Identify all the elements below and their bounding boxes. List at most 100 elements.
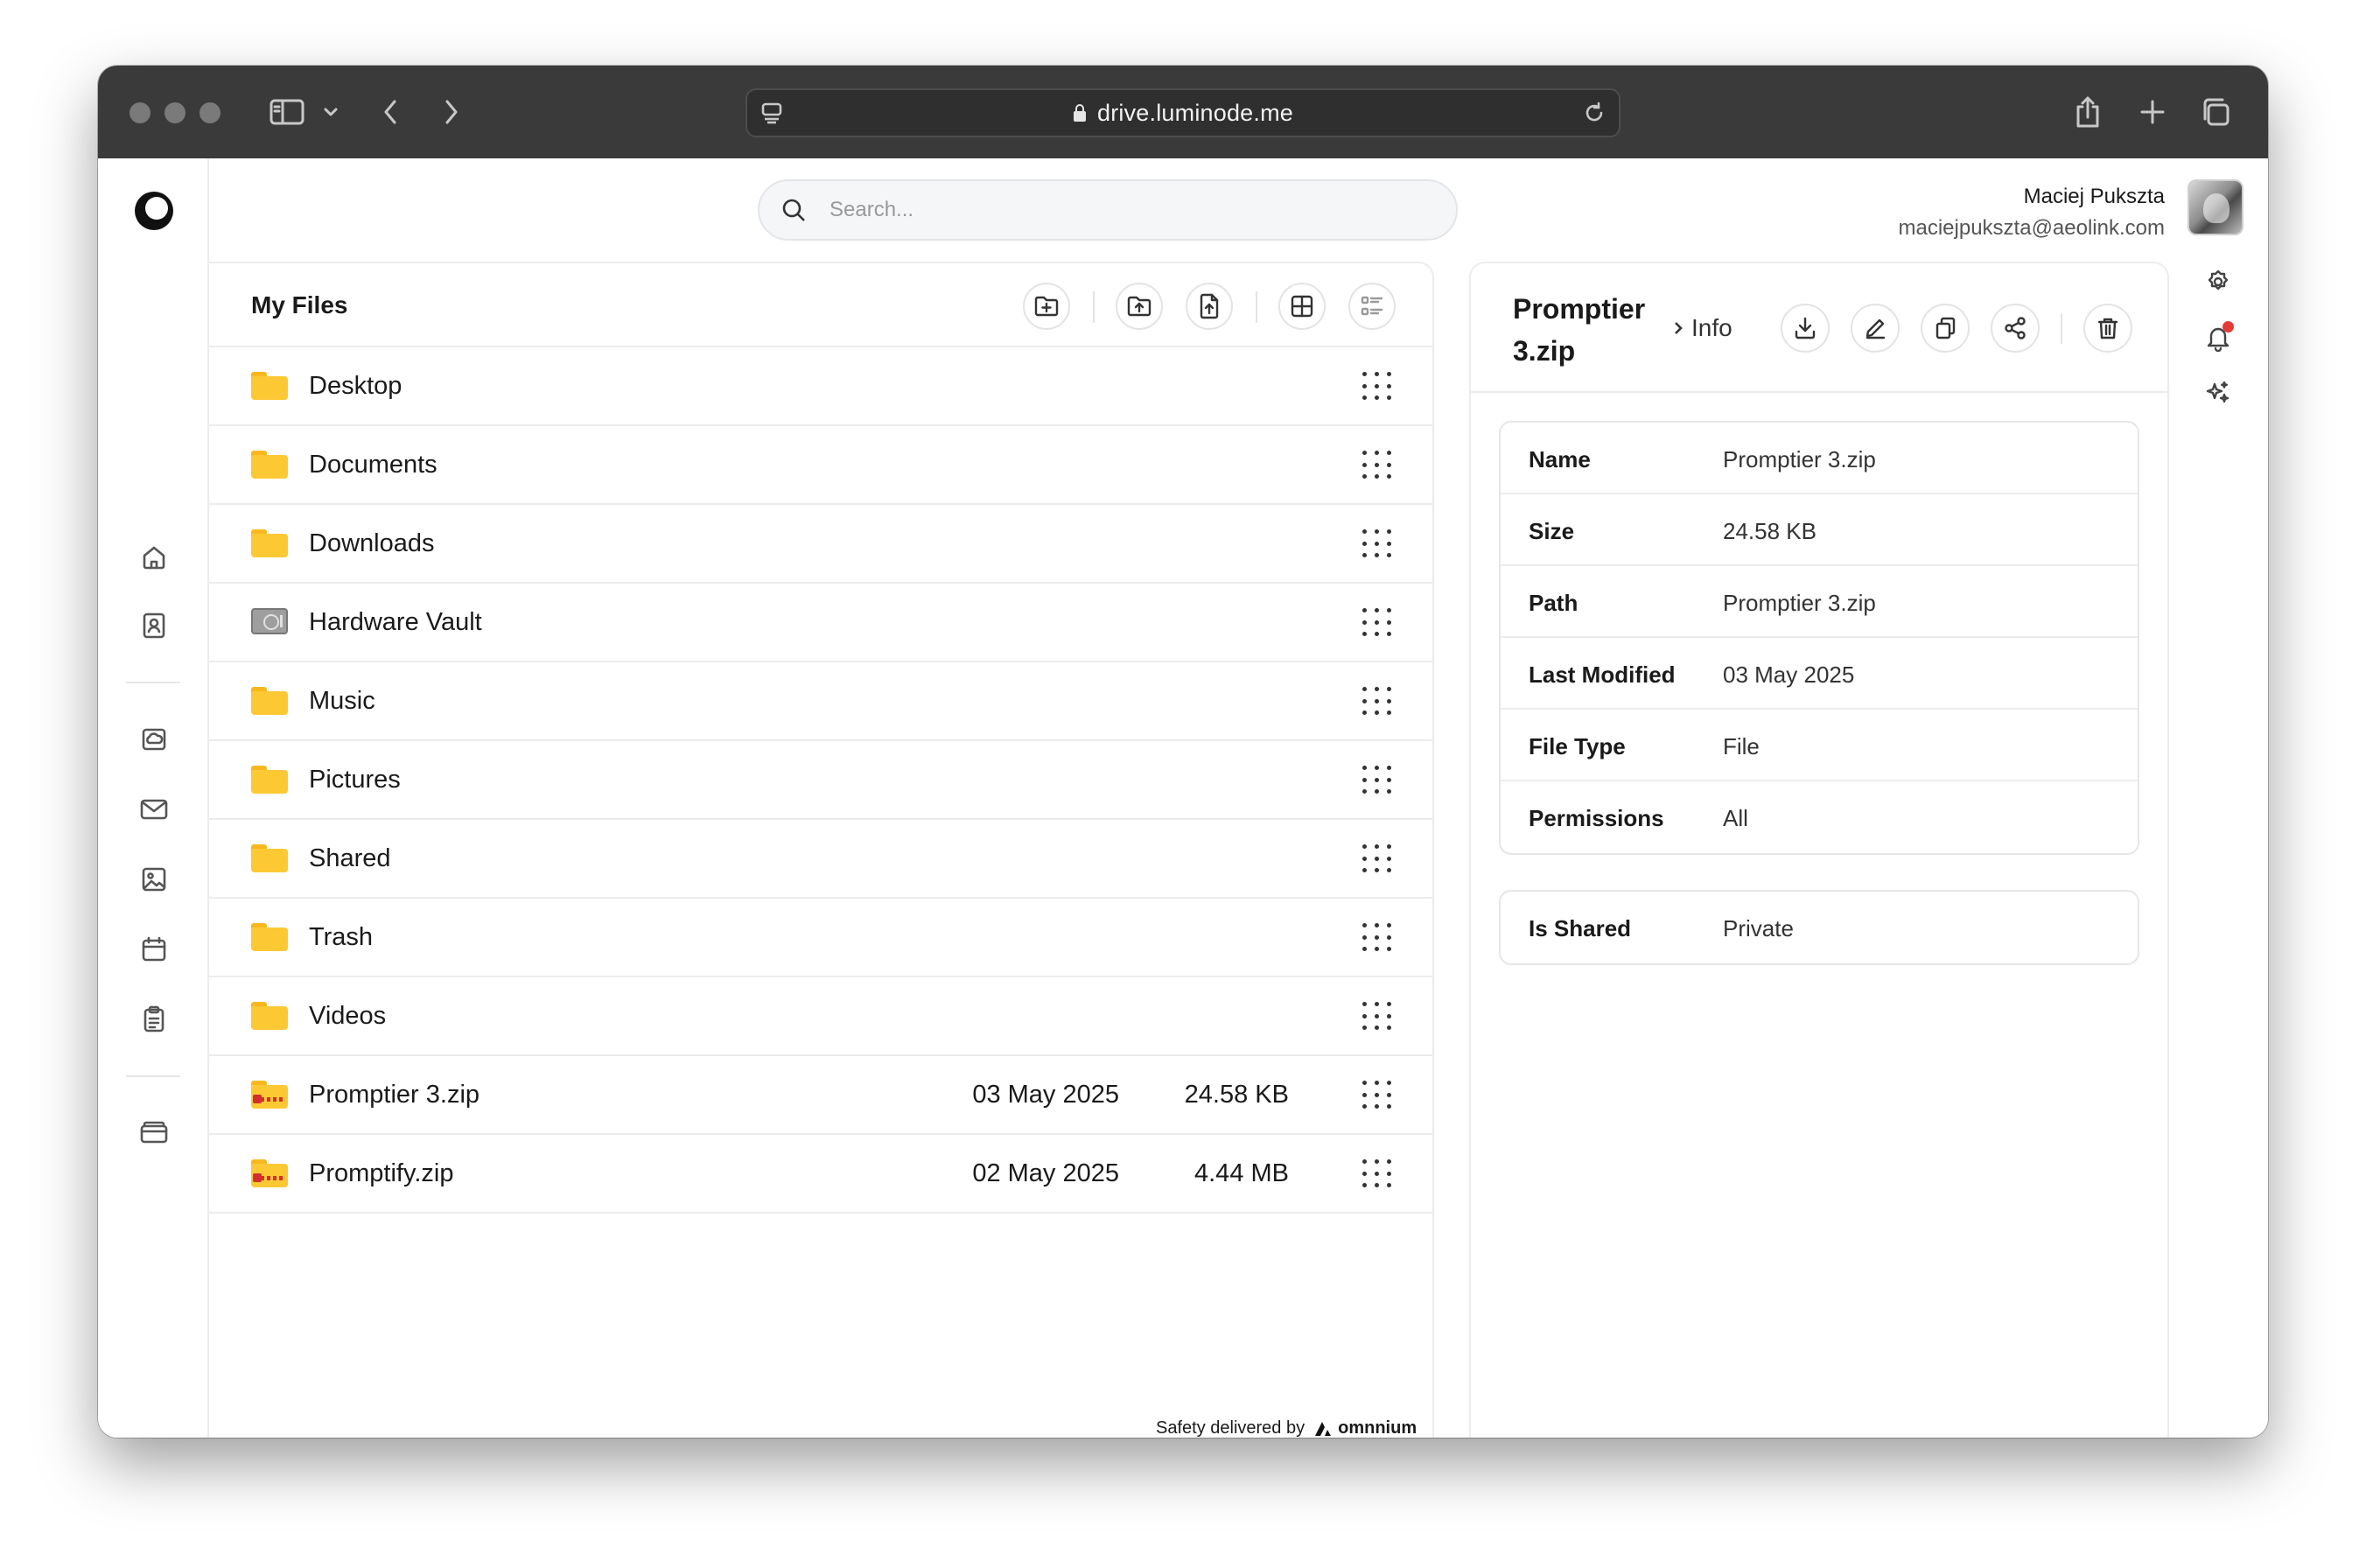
delete-button[interactable] (2083, 304, 2132, 353)
file-name: Videos (309, 1002, 387, 1030)
file-row[interactable]: Videos (209, 977, 1432, 1056)
reload-icon[interactable] (1582, 101, 1606, 130)
sidebar-toggle-icon[interactable] (268, 92, 306, 132)
page-title: My Files (251, 291, 348, 318)
back-icon[interactable] (380, 92, 401, 132)
file-row[interactable]: Trash (209, 899, 1432, 977)
share-page-icon[interactable] (2072, 92, 2104, 132)
edit-icon (1866, 318, 1886, 340)
upload-file-icon (1200, 293, 1219, 319)
file-name: Documents (309, 451, 438, 479)
grid-view-button[interactable] (1278, 283, 1326, 330)
property-key: Is Shared (1529, 915, 1632, 942)
row-menu-icon[interactable] (1362, 844, 1392, 874)
properties-card: Name Promptier 3.zip Size 24.58 KB Path Promp… (1499, 421, 2139, 855)
property-key: File Type (1529, 733, 1626, 760)
file-row[interactable]: Music (209, 662, 1432, 741)
file-row[interactable]: Downloads (209, 505, 1432, 584)
folder-icon (251, 923, 288, 951)
file-date: 02 May 2025 (972, 1159, 1119, 1187)
row-menu-icon[interactable] (1362, 1002, 1392, 1032)
calendar-icon[interactable] (136, 932, 172, 967)
file-info-panel: Promptier 3.zip Info Name Promptier 3.zi… (1469, 262, 2169, 1438)
breadcrumb: Info (1672, 314, 1732, 342)
chevron-down-icon[interactable] (322, 92, 340, 132)
row-menu-icon[interactable] (1362, 923, 1392, 953)
download-button[interactable] (1781, 304, 1830, 353)
row-menu-icon[interactable] (1362, 687, 1392, 717)
search-input[interactable] (830, 198, 1390, 222)
sparkles-icon[interactable] (2203, 379, 2233, 409)
search-bar[interactable] (758, 179, 1458, 241)
property-value: File (1723, 733, 1760, 760)
bell-icon[interactable] (2203, 321, 2234, 353)
zip-folder-icon (251, 1081, 288, 1109)
file-row[interactable]: Documents (209, 426, 1432, 505)
wallet-icon[interactable] (136, 1116, 172, 1151)
app-navigation-rail (98, 158, 209, 1438)
new-folder-button[interactable] (1023, 283, 1070, 330)
files-panel: My Files Desktop Documents Downloads Har… (209, 262, 1434, 1438)
close-window-button[interactable] (130, 102, 150, 123)
search-icon (782, 199, 805, 221)
brand-logo-icon (1315, 1421, 1332, 1436)
row-menu-icon[interactable] (1362, 372, 1392, 402)
toolbar-divider (1256, 291, 1257, 323)
upload-file-button[interactable] (1186, 283, 1233, 330)
copy-button[interactable] (1921, 304, 1970, 353)
file-name: Music (309, 687, 375, 715)
info-title: Promptier 3.zip (1513, 293, 1646, 367)
share-button[interactable] (1991, 304, 2040, 353)
download-icon (1795, 317, 1816, 340)
mail-icon[interactable] (136, 792, 172, 827)
property-row: Size 24.58 KB (1501, 494, 2138, 566)
property-row: Last Modified 03 May 2025 (1501, 638, 2138, 710)
row-menu-icon[interactable] (1362, 766, 1392, 795)
notes-icon[interactable] (136, 1002, 172, 1037)
drive-icon[interactable] (136, 722, 172, 757)
edit-button[interactable] (1851, 304, 1900, 353)
brand-name: omnnium (1338, 1418, 1418, 1438)
lock-icon (1073, 104, 1087, 122)
file-row[interactable]: Pictures (209, 741, 1432, 820)
contacts-icon[interactable] (136, 608, 172, 643)
folder-icon (251, 529, 288, 557)
avatar[interactable] (2188, 179, 2244, 235)
file-row[interactable]: Hardware Vault (209, 584, 1432, 662)
row-menu-icon[interactable] (1362, 451, 1392, 480)
list-view-button[interactable] (1348, 283, 1396, 330)
settings-icon[interactable] (2203, 267, 2233, 297)
forward-icon[interactable] (441, 92, 462, 132)
zoom-window-button[interactable] (200, 102, 220, 123)
app-logo[interactable] (133, 190, 175, 232)
upload-folder-button[interactable] (1116, 283, 1163, 330)
breadcrumb-info[interactable]: Info (1691, 314, 1732, 342)
tab-overview-icon[interactable] (2198, 92, 2233, 132)
row-menu-icon[interactable] (1362, 529, 1392, 559)
new-tab-icon[interactable] (2137, 92, 2168, 132)
file-row[interactable]: Promptier 3.zip 03 May 2025 24.58 KB (209, 1056, 1432, 1135)
file-row[interactable]: Desktop (209, 347, 1432, 426)
page-settings-icon[interactable] (760, 101, 784, 130)
property-value: 24.58 KB (1723, 518, 1816, 544)
file-name: Desktop (309, 372, 402, 400)
grid-view-icon (1291, 295, 1313, 318)
brand-link[interactable]: omnnium (1313, 1418, 1417, 1438)
row-menu-icon[interactable] (1362, 1081, 1392, 1110)
row-menu-icon[interactable] (1362, 608, 1392, 638)
folder-icon (251, 687, 288, 715)
property-value: Promptier 3.zip (1723, 446, 1876, 472)
property-row: Path Promptier 3.zip (1501, 566, 2138, 638)
file-row[interactable]: Promptify.zip 02 May 2025 4.44 MB (209, 1135, 1432, 1214)
property-row: Name Promptier 3.zip (1501, 423, 2138, 494)
share-icon (2005, 317, 2026, 340)
photos-icon[interactable] (136, 862, 172, 897)
copy-icon (1936, 317, 1956, 340)
address-bar[interactable]: drive.luminode.me (746, 88, 1620, 137)
file-row[interactable]: Shared (209, 820, 1432, 899)
minimize-window-button[interactable] (164, 102, 186, 123)
info-header: Promptier 3.zip Info (1471, 263, 2167, 393)
row-menu-icon[interactable] (1362, 1159, 1392, 1189)
folder-icon (251, 372, 288, 400)
home-icon[interactable] (136, 540, 172, 575)
